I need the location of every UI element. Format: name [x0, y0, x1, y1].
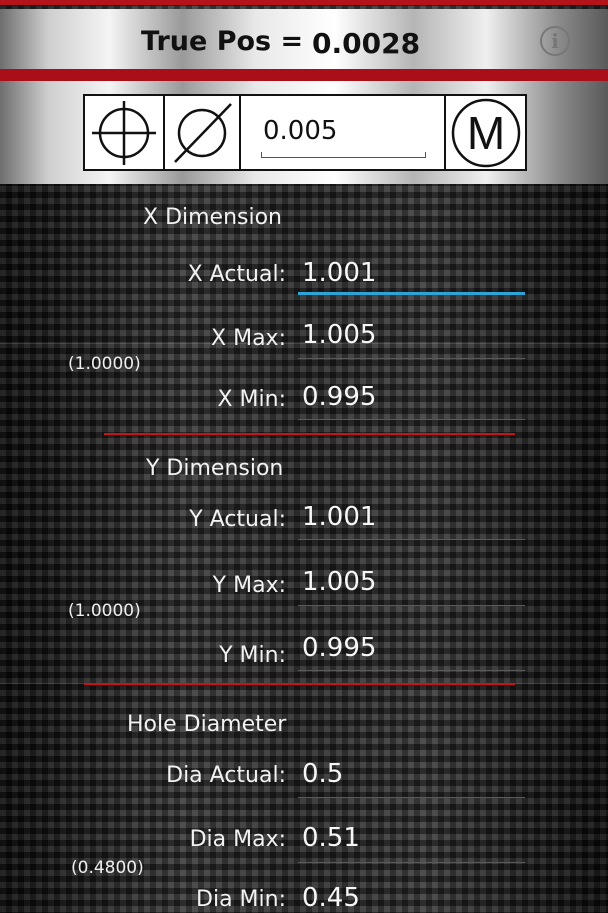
dia-actual-underline [298, 797, 525, 798]
tolerance-value: 0.005 [263, 116, 338, 146]
mmc-letter: M [467, 107, 505, 159]
x-max-input[interactable]: 1.005 [302, 320, 376, 350]
x-min-underline [298, 419, 525, 420]
y-max-label: Y Max: [212, 573, 286, 598]
x-max-label: X Max: [211, 326, 286, 351]
y-dimension-title: Y Dimension [146, 456, 284, 481]
header-shine-strip [0, 81, 608, 88]
diameter-icon [174, 103, 232, 163]
info-icon[interactable]: i [540, 26, 570, 56]
header-red-stripe-top [0, 0, 608, 5]
y-nominal-value: (1.0000) [68, 601, 141, 621]
dia-min-input[interactable]: 0.45 [302, 883, 360, 913]
true-position-label: True Pos = [141, 26, 304, 57]
y-min-input[interactable]: 0.995 [302, 633, 376, 663]
y-section-divider [84, 683, 515, 685]
y-min-underline [298, 670, 525, 671]
x-min-input[interactable]: 0.995 [302, 382, 376, 412]
dia-actual-input[interactable]: 0.5 [302, 759, 343, 789]
y-actual-label: Y Actual: [189, 507, 286, 532]
position-crosshair-icon [92, 101, 156, 165]
dia-max-input[interactable]: 0.51 [302, 823, 360, 853]
y-min-label: Y Min: [219, 643, 286, 668]
true-position-value: 0.0028 [312, 27, 421, 60]
x-max-underline [298, 358, 525, 359]
feature-control-frame-bar: 0.005 M [0, 88, 608, 184]
y-actual-input[interactable]: 1.001 [302, 502, 376, 532]
mmc-modifier-button[interactable]: M [444, 94, 527, 171]
position-symbol-button[interactable] [83, 94, 165, 171]
dia-max-underline [298, 862, 525, 863]
header-bar: True Pos = 0.0028 i [0, 0, 608, 88]
y-max-underline [298, 605, 525, 606]
y-max-input[interactable]: 1.005 [302, 567, 376, 597]
tolerance-underline [261, 152, 426, 158]
y-actual-underline [298, 539, 525, 540]
x-section-divider [104, 433, 515, 435]
header-metal-bar [0, 9, 608, 69]
x-min-label: X Min: [217, 387, 286, 412]
x-dimension-title: X Dimension [143, 205, 283, 230]
mmc-circle-icon: M [451, 98, 521, 168]
x-actual-input[interactable]: 1.001 [302, 258, 376, 288]
hole-diameter-title: Hole Diameter [127, 712, 287, 737]
x-nominal-value: (1.0000) [68, 354, 141, 374]
tolerance-input[interactable]: 0.005 [239, 94, 446, 171]
header-red-stripe-bottom [0, 69, 608, 81]
dia-nominal-value: (0.4800) [71, 858, 144, 878]
dia-actual-label: Dia Actual: [166, 763, 286, 788]
dia-max-label: Dia Max: [189, 827, 286, 852]
x-actual-label: X Actual: [187, 262, 286, 287]
x-actual-focus-line [298, 292, 525, 295]
diameter-symbol-button[interactable] [163, 94, 241, 171]
